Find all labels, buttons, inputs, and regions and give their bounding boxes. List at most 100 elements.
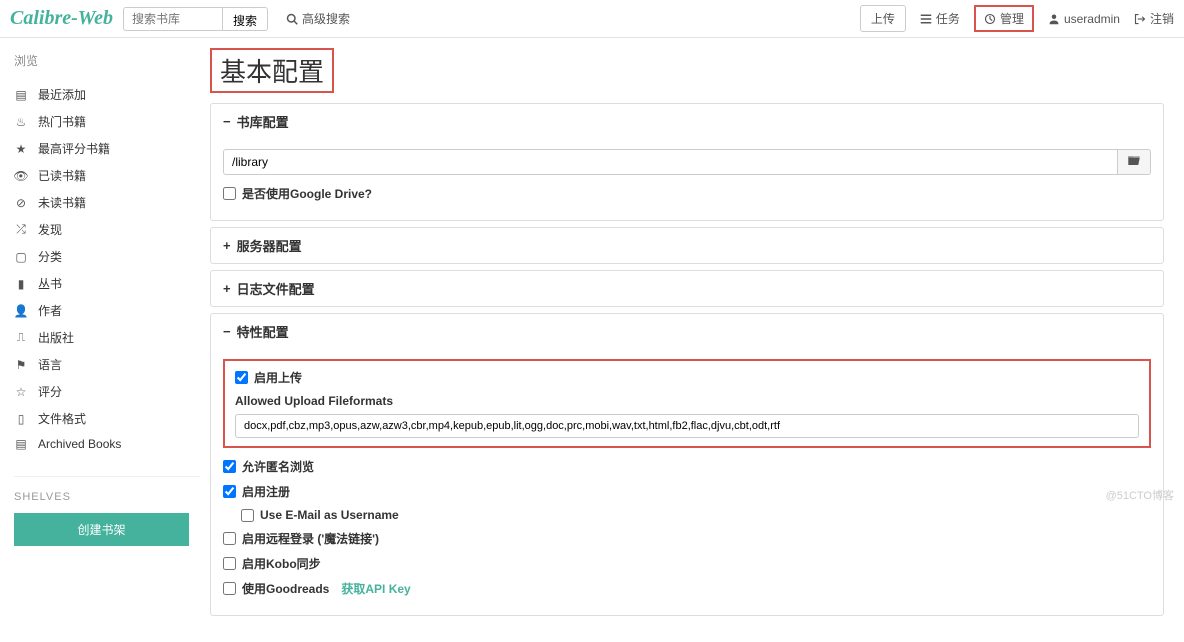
sidebar-label: 文件格式 [38,410,86,427]
browse-heading: 浏览 [14,52,200,69]
google-drive-checkbox[interactable] [223,187,236,200]
sidebar-label: 评分 [38,383,62,400]
sidebar-label: 未读书籍 [38,194,86,211]
panel-title: 日志文件配置 [237,279,315,298]
sidebar-label: 语言 [38,356,62,373]
panel-title: 服务器配置 [237,236,302,255]
plus-icon: + [223,238,231,253]
minus-icon: − [223,114,231,129]
sidebar-item-category[interactable]: ▢ 分类 [14,243,200,270]
panel-title: 书库配置 [237,112,289,131]
library-path-input[interactable] [223,149,1118,175]
page-title: 基本配置 [210,48,334,93]
archive-icon: ▤ [14,437,28,451]
person-icon: 👤 [14,304,28,318]
goodreads-api-link[interactable]: 获取API Key [341,580,410,597]
sidebar-label: 分类 [38,248,62,265]
admin-label: 管理 [1000,10,1024,27]
star-icon: ★ [14,142,28,156]
logout-label: 注销 [1150,10,1174,27]
search-button[interactable]: 搜索 [223,7,268,31]
sidebar-item-author[interactable]: 👤作者 [14,297,200,324]
sidebar-item-archived[interactable]: ▤ Archived Books [14,432,200,456]
create-shelf-button[interactable]: 创建书架 [14,513,189,546]
user-label: useradmin [1064,12,1120,26]
search-icon [286,13,298,25]
folder-browse-button[interactable] [1118,149,1151,175]
advanced-search-link[interactable]: 高级搜索 [286,10,350,27]
tasks-link[interactable]: 任务 [920,10,960,27]
email-username-label: Use E-Mail as Username [260,508,399,522]
main-content: 基本配置 − 书库配置 是否使用Google Drive? [200,38,1184,642]
enable-upload-label: 启用上传 [254,369,302,386]
advanced-search-label: 高级搜索 [302,10,350,27]
sidebar-label: 最高评分书籍 [38,140,110,157]
brand-logo[interactable]: Calibre-Web [10,7,113,30]
sidebar-item-publisher[interactable]: ⎍ 出版社 [14,324,200,351]
tasks-icon [920,13,932,25]
star-outline-icon: ☆ [14,385,28,399]
tasks-label: 任务 [936,10,960,27]
goodreads-label: 使用Goodreads [242,580,329,597]
sidebar: 浏览 ▤ 最近添加 ♨ 热门书籍 ★ 最高评分书籍 👁已读书籍 ⊘ 未读书籍 ⤮ 发现 ▢… [0,38,200,642]
sidebar-label: 发现 [38,221,62,238]
sidebar-label: 最近添加 [38,86,86,103]
feature-config-panel: − 特性配置 启用上传 Allowed Upload Fileformats 允… [210,313,1164,616]
logout-icon [1134,13,1146,25]
search-input[interactable] [123,7,223,31]
book-icon: ▤ [14,88,28,102]
anon-browse-label: 允许匿名浏览 [242,458,314,475]
sidebar-item-discover[interactable]: ⤮ 发现 [14,216,200,243]
eye-off-icon: ⊘ [14,196,28,210]
anon-browse-checkbox[interactable] [223,460,236,473]
google-drive-label: 是否使用Google Drive? [242,185,372,202]
admin-link[interactable]: 管理 [974,5,1034,32]
library-config-toggle[interactable]: − 书库配置 [211,104,1163,139]
kobo-label: 启用Kobo同步 [242,555,321,572]
user-link[interactable]: useradmin [1048,12,1120,26]
watermark: @51CTO博客 [1106,487,1174,503]
dashboard-icon [984,13,996,25]
sidebar-item-recent[interactable]: ▤ 最近添加 [14,81,200,108]
sidebar-label: 出版社 [38,329,74,346]
plus-icon: + [223,281,231,296]
minus-icon: − [223,324,231,339]
shuffle-icon: ⤮ [14,222,28,237]
building-icon: ⎍ [14,330,28,345]
sidebar-item-rating[interactable]: ☆ 评分 [14,378,200,405]
server-config-panel: + 服务器配置 [210,227,1164,264]
logout-link[interactable]: 注销 [1134,10,1174,27]
sidebar-item-rated[interactable]: ★ 最高评分书籍 [14,135,200,162]
sidebar-label: 丛书 [38,275,62,292]
bookmark-icon: ▮ [14,277,28,291]
sidebar-item-read[interactable]: 👁已读书籍 [14,162,200,189]
remote-login-checkbox[interactable] [223,532,236,545]
feature-config-toggle[interactable]: − 特性配置 [211,314,1163,349]
shelves-heading: SHELVES [14,476,200,503]
panel-title: 特性配置 [237,322,289,341]
upload-feature-highlight: 启用上传 Allowed Upload Fileformats [223,359,1151,448]
sidebar-item-series[interactable]: ▮ 丛书 [14,270,200,297]
fire-icon: ♨ [14,115,28,129]
sidebar-label: 热门书籍 [38,113,86,130]
sidebar-item-language[interactable]: ⚑ 语言 [14,351,200,378]
sidebar-item-hot[interactable]: ♨ 热门书籍 [14,108,200,135]
enable-reg-checkbox[interactable] [223,485,236,498]
upload-button[interactable]: 上传 [860,5,906,32]
goodreads-checkbox[interactable] [223,582,236,595]
enable-reg-label: 启用注册 [242,483,290,500]
enable-upload-checkbox[interactable] [235,371,248,384]
log-config-toggle[interactable]: + 日志文件配置 [211,271,1163,306]
user-icon [1048,13,1060,25]
email-username-checkbox[interactable] [241,509,254,522]
remote-login-label: 启用远程登录 ('魔法链接') [242,530,379,547]
allowed-formats-input[interactable] [235,414,1139,438]
folder-icon [1128,155,1140,165]
tag-icon: ▢ [14,250,28,264]
flag-icon: ⚑ [14,358,28,372]
sidebar-item-format[interactable]: ▯文件格式 [14,405,200,432]
sidebar-item-unread[interactable]: ⊘ 未读书籍 [14,189,200,216]
server-config-toggle[interactable]: + 服务器配置 [211,228,1163,263]
sidebar-label: Archived Books [38,437,121,451]
kobo-sync-checkbox[interactable] [223,557,236,570]
